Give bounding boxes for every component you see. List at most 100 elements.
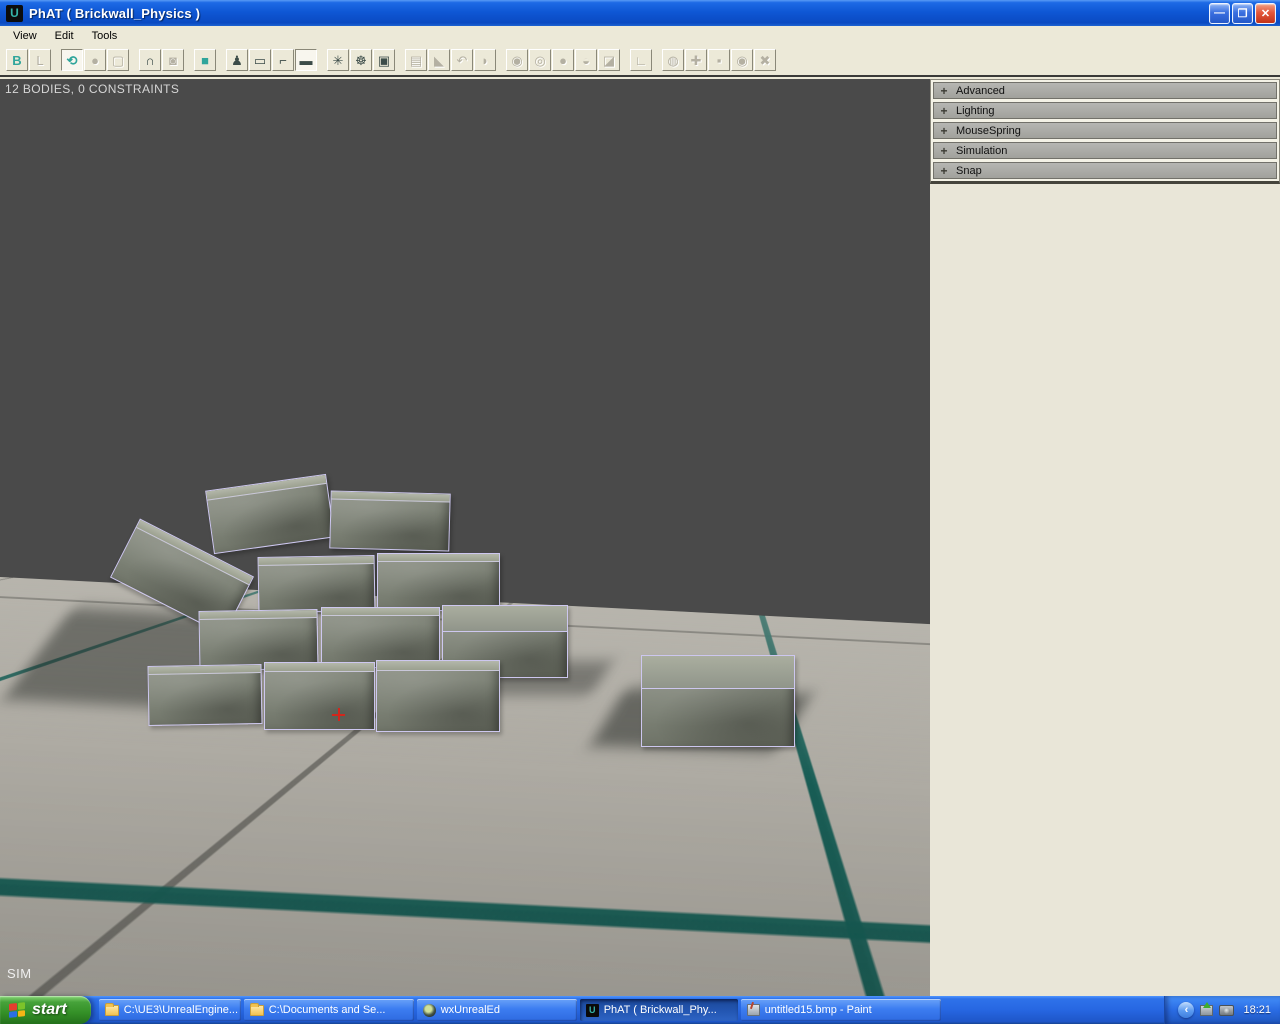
collision-view-icon: ▬ <box>300 54 313 67</box>
safely-remove-hardware-icon[interactable] <box>1200 1005 1213 1016</box>
folder-icon <box>250 1005 264 1016</box>
restore-button[interactable]: ❐ <box>1232 3 1253 24</box>
translation-mode-button[interactable]: ● <box>84 49 106 71</box>
titlebar[interactable]: U PhAT ( Brickwall_Physics ) — ❐ ✕ <box>0 0 1280 26</box>
menubar: ViewEditTools <box>0 26 1280 45</box>
start-button[interactable]: start <box>0 996 91 1024</box>
hide-icons-chevron-icon[interactable]: ‹ <box>1178 1002 1194 1018</box>
rotation-mode-button[interactable]: ⟲ <box>61 49 83 71</box>
simulate-toggle-icon: ■ <box>201 54 209 67</box>
task-list: C:\UE3\UnrealEngine... C:\Documents and S… <box>99 996 944 1024</box>
section-label: Lighting <box>956 105 995 117</box>
camera-tray-icon[interactable] <box>1219 1005 1234 1016</box>
section-simulation[interactable]: + Simulation <box>933 142 1277 159</box>
section-label: Advanced <box>956 85 1005 97</box>
show-skeleton-button[interactable]: ♟ <box>226 49 248 71</box>
disabled-tool-27-button[interactable]: ✚ <box>685 49 707 71</box>
disabled-tool-28-button[interactable]: ▪ <box>708 49 730 71</box>
disabled-tool-24-button[interactable]: ◪ <box>598 49 620 71</box>
selection-cross-icon <box>332 708 345 721</box>
disabled-tool-18-icon: ↶ <box>457 54 468 67</box>
viewport-3d[interactable]: 12 BODIES, 0 CONSTRAINTS SIM <box>0 79 930 996</box>
task-label: C:\UE3\UnrealEngine... <box>124 1004 238 1016</box>
taskbar-task-2[interactable]: C:\Documents and Se... <box>244 999 414 1021</box>
disabled-tool-22-button[interactable]: ● <box>552 49 574 71</box>
minimize-button[interactable]: — <box>1209 3 1230 24</box>
disabled-tool-23-icon: ◒ <box>582 54 590 67</box>
show-constraints-button[interactable]: ⌐ <box>272 49 294 71</box>
material-view-button[interactable]: ☸ <box>350 49 372 71</box>
expand-plus-icon[interactable]: + <box>937 85 951 97</box>
disabled-tool-30-icon: ✖ <box>760 54 771 67</box>
expand-plus-icon[interactable]: + <box>937 125 951 137</box>
menu-view[interactable]: View <box>4 28 46 44</box>
start-label: start <box>32 1001 67 1019</box>
expand-plus-icon[interactable]: + <box>937 165 951 177</box>
disabled-tool-23-button[interactable]: ◒ <box>575 49 597 71</box>
toolbar: BL⟲●▢∩◙■♟▭⌐▬✳☸▣▤◣↶◗◉◎●◒◪∟◍✚▪◉✖ <box>0 45 1280 77</box>
disabled-tool-29-button[interactable]: ◉ <box>731 49 753 71</box>
disabled-tool-21-button[interactable]: ◎ <box>529 49 551 71</box>
disabled-tool-30-button[interactable]: ✖ <box>754 49 776 71</box>
windows-flag-icon <box>9 1002 25 1018</box>
section-mousespring[interactable]: +MouseSpring <box>933 122 1277 139</box>
expand-plus-icon[interactable]: + <box>937 145 951 157</box>
disabled-tool-20-button[interactable]: ◉ <box>506 49 528 71</box>
section-advanced[interactable]: + Advanced <box>933 82 1277 99</box>
disabled-tool-27-icon: ✚ <box>691 54 702 67</box>
properties-panel: +Advanced+Lighting+MouseSpring+Simulatio… <box>930 79 1280 996</box>
show-figure-button[interactable]: ✳ <box>327 49 349 71</box>
simulate-toggle-button[interactable]: ■ <box>194 49 216 71</box>
brick-10[interactable] <box>264 662 375 730</box>
disabled-tool-25-button[interactable]: ∟ <box>630 49 652 71</box>
disabled-tool-24-icon: ◪ <box>603 54 615 67</box>
taskbar-task-3[interactable]: wxUnrealEd <box>417 999 577 1021</box>
scale-mode-button[interactable]: ▢ <box>107 49 129 71</box>
texture-view-button[interactable]: ▣ <box>373 49 395 71</box>
brick-12[interactable] <box>641 655 795 747</box>
folder-icon <box>105 1005 119 1016</box>
brick-4[interactable] <box>258 555 376 613</box>
task-label: untitled15.bmp - Paint <box>765 1004 872 1016</box>
taskbar-task-4[interactable]: UPhAT ( Brickwall_Phy... <box>580 999 738 1021</box>
camera-follow-button[interactable]: ◙ <box>162 49 184 71</box>
expand-plus-icon[interactable]: + <box>937 105 951 117</box>
disabled-tool-16-icon: ▤ <box>410 54 422 67</box>
close-button[interactable]: ✕ <box>1255 3 1276 24</box>
section-lighting[interactable]: + Lighting <box>933 102 1277 119</box>
paint-icon <box>747 1004 760 1016</box>
disabled-tool-25-icon: ∟ <box>635 54 648 67</box>
collision-view-button[interactable]: ▬ <box>295 49 317 71</box>
disabled-tool-19-icon: ◗ <box>481 54 489 67</box>
menu-edit[interactable]: Edit <box>46 28 83 44</box>
disabled-tool-19-button[interactable]: ◗ <box>474 49 496 71</box>
texture-view-icon: ▣ <box>378 54 390 67</box>
brick-7[interactable] <box>321 607 440 668</box>
show-skeleton-icon: ♟ <box>231 54 243 67</box>
disabled-tool-17-button[interactable]: ◣ <box>428 49 450 71</box>
section-snap[interactable]: +Snap <box>933 162 1277 179</box>
taskbar-task-1[interactable]: C:\UE3\UnrealEngine... <box>99 999 241 1021</box>
constraint-edit-mode-button[interactable]: L <box>29 49 51 71</box>
section-label: Simulation <box>956 145 1007 157</box>
disabled-tool-28-icon: ▪ <box>717 54 722 67</box>
brick-9[interactable] <box>147 664 262 726</box>
show-constraints-icon: ⌐ <box>279 54 287 67</box>
disabled-tool-26-button[interactable]: ◍ <box>662 49 684 71</box>
body-edit-mode-icon: B <box>12 54 21 67</box>
brick-11[interactable] <box>376 660 500 732</box>
brick-1[interactable] <box>205 474 335 554</box>
brick-2[interactable] <box>329 490 450 551</box>
panel-sections: +Advanced+Lighting+MouseSpring+Simulatio… <box>930 79 1280 184</box>
brick-5[interactable] <box>377 553 500 611</box>
snap-toggle-button[interactable]: ∩ <box>139 49 161 71</box>
disabled-tool-16-button[interactable]: ▤ <box>405 49 427 71</box>
unreal-icon <box>423 1004 436 1017</box>
taskbar-task-5[interactable]: untitled15.bmp - Paint <box>741 999 941 1021</box>
disabled-tool-18-button[interactable]: ↶ <box>451 49 473 71</box>
snap-toggle-icon: ∩ <box>145 54 154 67</box>
show-wireframe-button[interactable]: ▭ <box>249 49 271 71</box>
translation-mode-icon: ● <box>91 54 99 67</box>
menu-tools[interactable]: Tools <box>83 28 127 44</box>
body-edit-mode-button[interactable]: B <box>6 49 28 71</box>
